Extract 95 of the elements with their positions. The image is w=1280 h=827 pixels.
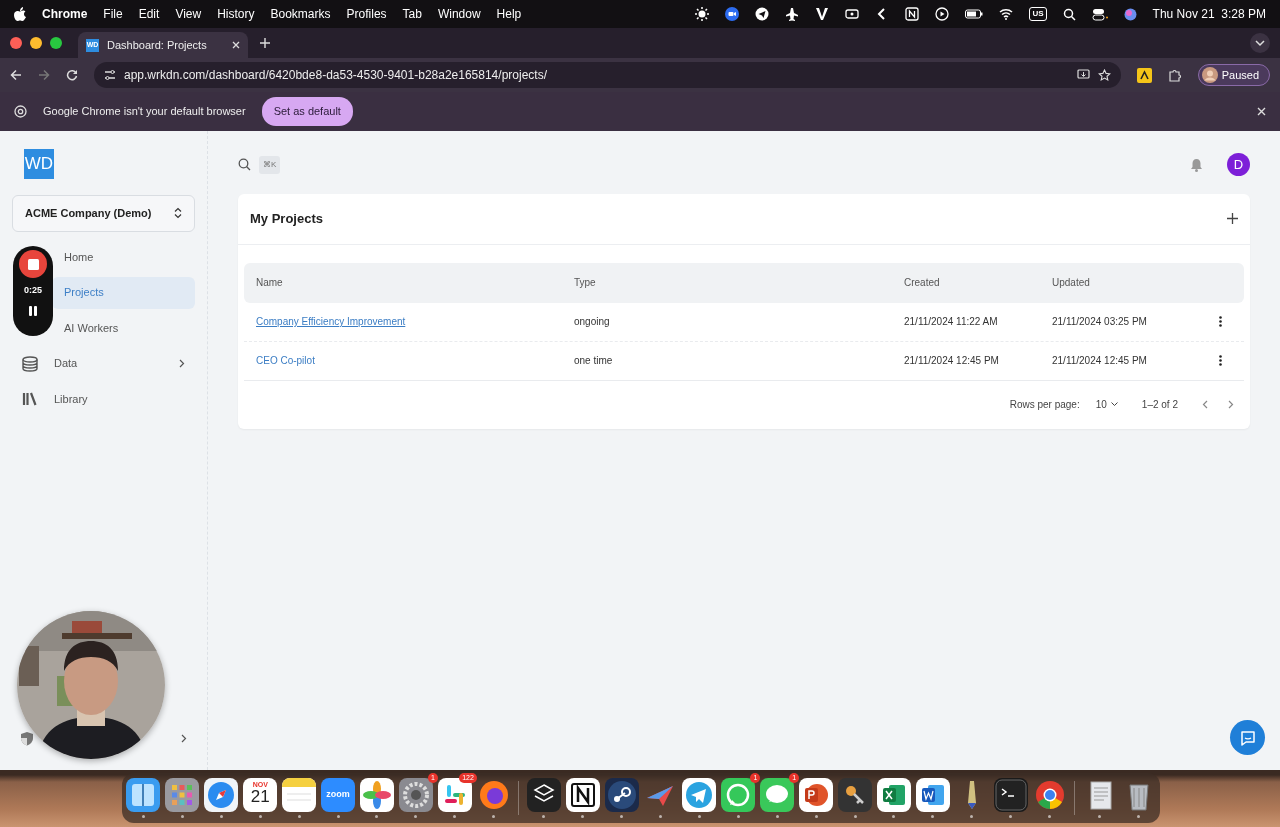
kebab-menu-icon[interactable] [1219,355,1222,366]
menu-item[interactable]: Edit [138,5,160,23]
nav-item[interactable]: Library [12,383,195,415]
column-header: Name [255,276,284,290]
menu-item[interactable]: Bookmarks [270,5,331,23]
url-text: app.wrkdn.com/dashboard/6420bde8-da53-4530-9401-b28a2e165814/projects/ [124,67,548,84]
chrome-icon [14,105,27,118]
column-header: Created [904,276,941,290]
rows-per-page-label: Rows per page: [1009,398,1080,412]
video-call-icon[interactable] [725,7,740,21]
project-link[interactable]: CEO Co-pilot [256,355,315,366]
table-cell: one time [574,355,613,366]
search-icon[interactable] [1062,7,1076,21]
app-menu[interactable]: Chrome [42,5,88,23]
send-icon[interactable] [755,7,770,21]
search-icon[interactable] [238,158,251,171]
menu-item[interactable]: History [217,5,255,23]
shield-icon[interactable] [20,731,34,746]
airplane-icon[interactable] [785,7,800,21]
project-link[interactable]: Company Efficiency Improvement [256,316,406,327]
chevron-icon[interactable] [181,734,187,743]
close-icon[interactable] [1257,107,1266,116]
reload-icon[interactable] [66,69,78,81]
next-page-icon[interactable] [1228,400,1234,409]
toggles-icon[interactable] [1091,7,1108,21]
add-icon[interactable] [1227,213,1238,225]
chat-button[interactable] [1230,720,1265,755]
library-icon [22,391,38,407]
table-cell: 21/11/2024 11:22 AM [904,316,998,327]
menu-item[interactable]: Tab [402,5,422,23]
new-tab-icon[interactable] [260,38,270,48]
clock[interactable]: Thu Nov 21 3:28 PM [1152,5,1266,23]
sun-icon[interactable] [695,7,710,21]
site-settings-icon [104,69,116,81]
previous-page-icon[interactable] [1202,400,1208,409]
database-icon [22,355,38,372]
column-header: Updated [1052,276,1091,290]
nav-item[interactable]: Projects [52,276,195,309]
menu-item[interactable]: File [103,5,123,23]
updown-chevron-icon [174,207,182,220]
menu-item[interactable]: Profiles [346,5,387,23]
puzzle-icon[interactable] [1167,68,1182,82]
input-source[interactable]: US [1029,7,1047,21]
pause-icon[interactable] [29,305,37,316]
menu-item[interactable]: Window [437,5,481,23]
shortcut-hint: ⌘K [259,155,281,174]
screen-icon[interactable] [845,7,860,21]
table-cell: ongoing [574,316,610,327]
window-control[interactable] [50,37,62,49]
stop-button[interactable] [19,250,47,278]
infobar-message: Google Chrome isn't your default browser [43,104,246,120]
recording-time: 0:25 [24,284,42,297]
menu-item[interactable]: View [175,5,202,23]
forward-icon[interactable] [38,69,50,81]
play-icon[interactable] [935,7,950,21]
rows-per-page-select[interactable]: 10 [1095,397,1118,412]
table-cell: 21/11/2024 12:45 PM [1052,355,1147,366]
wifi-icon[interactable] [999,7,1014,21]
apple-icon[interactable] [14,7,26,21]
user-avatar[interactable]: D [1227,153,1250,176]
set-default-button[interactable]: Set as default [261,97,353,126]
menu-item[interactable]: Help [496,5,522,23]
stop-icon [27,258,39,270]
install-icon[interactable] [1076,69,1090,81]
workspace-selector[interactable]: ACME Company (Demo) [12,195,195,232]
nav-item[interactable]: AI Workers [52,312,195,344]
tab-title: Dashboard: Projects [107,37,208,53]
n-block-icon[interactable] [905,7,920,21]
page-range: 1–2 of 2 [1141,398,1178,412]
caret-icon [1110,402,1118,407]
extension-icon[interactable] [1136,67,1152,83]
nav-item[interactable]: Data [12,347,195,380]
table-cell: 21/11/2024 03:25 PM [1052,316,1147,327]
chat-icon [1239,729,1256,746]
avatar-icon [1201,67,1218,83]
back-icon[interactable] [10,69,22,81]
battery-icon[interactable] [965,7,984,21]
nav-item[interactable]: Home [52,241,195,273]
column-header: Type [574,276,597,290]
window-control[interactable] [30,37,42,49]
close-icon[interactable] [232,41,240,49]
terminal-icon[interactable] [993,778,1028,812]
bell-icon[interactable] [1190,157,1203,172]
tab-menu-icon[interactable] [1250,33,1270,53]
profile-button[interactable]: Paused [1197,63,1270,87]
table-cell: 21/11/2024 12:45 PM [904,355,999,366]
card-title: My Projects [250,210,323,228]
flower-icon[interactable] [360,778,394,812]
app-logo: WD [24,149,54,179]
v-mark-icon[interactable] [815,7,830,21]
window-control[interactable] [10,37,22,49]
orb-icon[interactable] [1123,7,1137,21]
address-bar[interactable]: app.wrkdn.com/dashboard/6420bde8-da53-4530-9401-b28a2e165814/projects/ [94,62,1121,88]
star-icon[interactable] [1097,68,1111,82]
kebab-menu-icon[interactable] [1219,316,1222,327]
